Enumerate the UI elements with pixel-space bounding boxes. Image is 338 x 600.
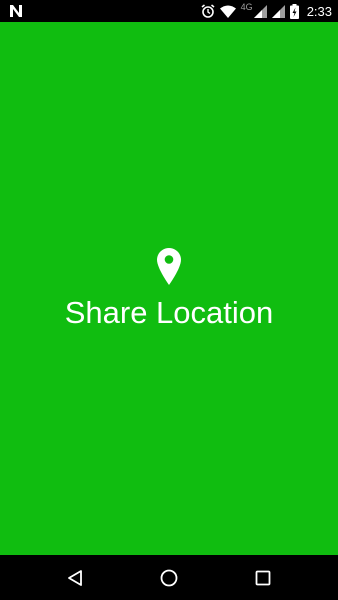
back-icon bbox=[68, 570, 82, 586]
home-icon bbox=[160, 569, 178, 587]
share-location-screen[interactable]: Share Location bbox=[0, 22, 338, 555]
recents-icon bbox=[255, 570, 271, 586]
location-pin-icon bbox=[157, 248, 181, 285]
battery-charging-icon bbox=[289, 3, 299, 19]
recents-button[interactable] bbox=[248, 563, 278, 593]
alarm-icon bbox=[201, 4, 215, 18]
back-button[interactable] bbox=[60, 563, 90, 593]
signal-icon bbox=[253, 4, 267, 18]
wifi-icon bbox=[219, 5, 236, 18]
home-button[interactable] bbox=[154, 563, 184, 593]
navigation-bar bbox=[0, 555, 338, 600]
signal-icon bbox=[271, 4, 285, 18]
status-icons: 4G 2:33 bbox=[201, 0, 332, 22]
page-title: Share Location bbox=[64, 295, 274, 330]
n-logo-icon bbox=[10, 5, 22, 17]
clock-time: 2:33 bbox=[306, 3, 332, 19]
network-type-label: 4G bbox=[240, 2, 253, 12]
status-bar: 4G 2:33 bbox=[0, 0, 338, 22]
